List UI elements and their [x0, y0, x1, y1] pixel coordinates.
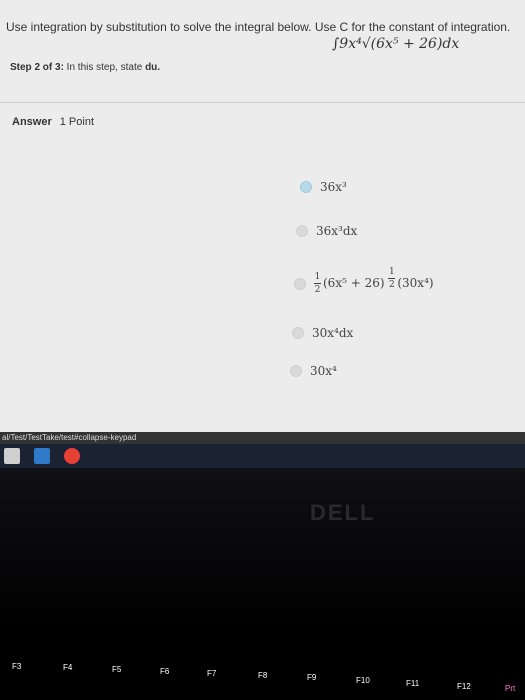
dell-logo: DELL	[310, 500, 376, 525]
fkey-f9: F9	[307, 673, 317, 682]
option-tail: (30x⁴)	[397, 276, 434, 290]
option-text: 36x³	[320, 180, 347, 194]
exponent-fraction: 12	[388, 267, 396, 290]
option-text: 1 2 (6x⁵ + 26) 1 2 (30x⁴)	[314, 267, 434, 295]
option-base: (6x⁵ + 26)	[323, 276, 385, 290]
fkey-f5: F5	[112, 665, 122, 674]
status-url: al/Test/TestTake/test#collapse-keypad	[2, 433, 137, 442]
option-text: 36x³dx	[316, 224, 358, 238]
option-text: 30x⁴	[310, 364, 337, 378]
option-1[interactable]: 36x³	[300, 180, 347, 194]
fkey-f6: F6	[160, 667, 170, 676]
laptop-bezel	[0, 468, 525, 700]
exp-den: 2	[388, 280, 395, 290]
option-text: 30x⁴dx	[312, 326, 354, 340]
fraction: 12	[314, 272, 321, 295]
fraction-den: 2	[314, 285, 321, 295]
radio-button[interactable]	[300, 181, 312, 193]
radio-button[interactable]	[296, 225, 308, 237]
step-emph: du.	[145, 62, 161, 73]
taskbar	[0, 444, 525, 468]
answer-points: 1 Point	[59, 116, 94, 128]
store-icon[interactable]	[4, 448, 20, 464]
radio-button[interactable]	[292, 327, 304, 339]
answer-header: Answer 1 Point	[12, 116, 94, 128]
fkey-f12: F12	[457, 682, 471, 691]
step-prefix: Step 2 of 3:	[10, 62, 64, 73]
fkey-f11: F11	[406, 679, 420, 688]
mail-icon[interactable]	[34, 448, 50, 464]
step-indicator: Step 2 of 3: In this step, state du.	[10, 62, 160, 73]
fkey-f3: F3	[12, 662, 22, 671]
browser-content: Use integration by substitution to solve…	[0, 0, 525, 440]
divider	[0, 102, 525, 103]
fkey-f4: F4	[63, 663, 73, 672]
option-2[interactable]: 36x³dx	[296, 224, 357, 238]
exp-num: 1	[388, 267, 395, 277]
status-url-bar: al/Test/TestTake/test#collapse-keypad	[0, 432, 525, 444]
radio-button[interactable]	[290, 365, 302, 377]
fkey-f10: F10	[356, 676, 370, 685]
option-3[interactable]: 1 2 (6x⁵ + 26) 1 2 (30x⁴)	[294, 267, 434, 295]
option-4[interactable]: 30x⁴dx	[292, 326, 353, 340]
fkey-f8: F8	[258, 671, 268, 680]
radio-button[interactable]	[294, 277, 306, 290]
step-text: In this step, state	[63, 62, 146, 73]
option-5[interactable]: 30x⁴	[290, 364, 337, 378]
chrome-icon[interactable]	[64, 448, 80, 464]
question-text: Use integration by substitution to solve…	[6, 20, 511, 34]
integral-expression: ∫9x⁴√(6x⁵ + 26)dx	[332, 36, 460, 52]
answer-label: Answer	[12, 116, 52, 128]
fkey-prt: Prt	[505, 684, 516, 693]
fkey-f7: F7	[207, 669, 217, 678]
fraction-num: 1	[314, 272, 321, 282]
